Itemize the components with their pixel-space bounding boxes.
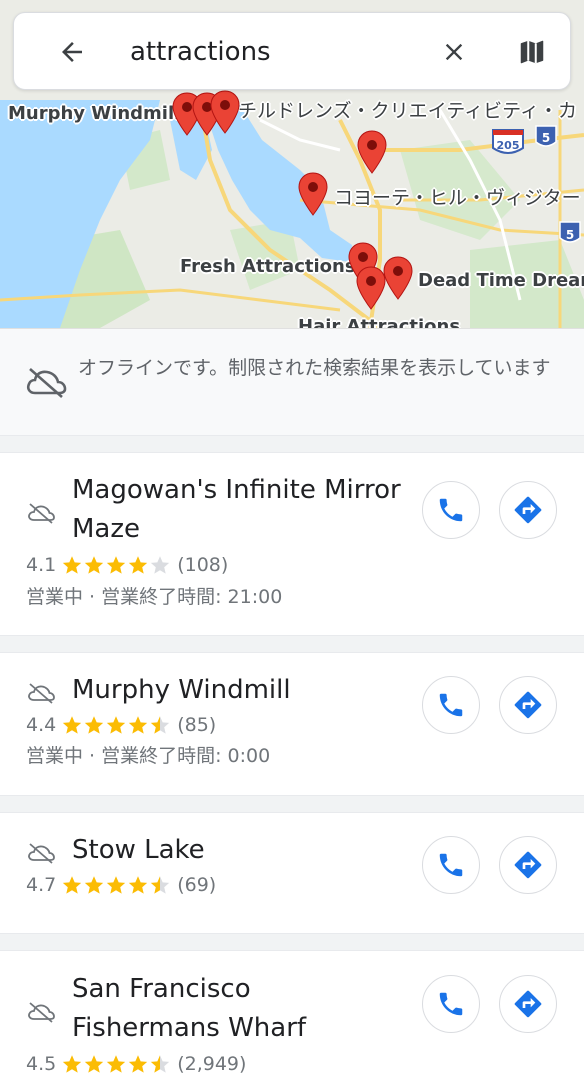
review-count: (85) (177, 714, 217, 736)
star-icon (85, 876, 104, 894)
directions-button[interactable] (499, 481, 557, 539)
rating-value: 4.4 (26, 714, 57, 736)
star-icon (85, 556, 104, 574)
offline-message: オフラインです。制限された検索結果を表示しています (78, 357, 551, 379)
result-title[interactable]: Murphy Windmill (72, 671, 402, 710)
search-bar: attractions (13, 12, 571, 90)
call-button[interactable] (422, 975, 480, 1033)
highway-205-label: 205 (497, 139, 520, 152)
result-title[interactable]: San Francisco Fishermans Wharf (72, 970, 402, 1048)
map-view-button[interactable] (512, 32, 552, 72)
star-icon (107, 876, 126, 894)
star-rating (61, 714, 171, 736)
map-label-murphy-windmill[interactable]: Murphy Windmill (8, 103, 180, 124)
map-pin-icon[interactable] (383, 256, 413, 300)
phone-icon (439, 693, 463, 717)
star-icon (151, 556, 170, 574)
map-pin-icon[interactable] (210, 90, 240, 134)
highway-205-shield: 205 (492, 129, 524, 154)
star-icon (129, 716, 148, 734)
map-pin-icon[interactable] (298, 172, 328, 216)
rating-row: 4.4 (85) (26, 712, 216, 738)
phone-icon (439, 853, 463, 877)
star-icon (129, 556, 148, 574)
cloud-off-icon (28, 843, 55, 864)
highway-5-shield-bottom: 5 (559, 221, 581, 243)
result-card[interactable]: Magowan's Infinite Mirror Maze 4.1 (108) 営業… (0, 452, 584, 636)
star-icon (63, 556, 82, 574)
star-icon (107, 716, 126, 734)
star-icon (63, 876, 82, 894)
offline-banner: オフラインです。制限された検索結果を表示しています (0, 328, 584, 436)
cloud-off-icon (26, 368, 67, 398)
result-card[interactable]: Murphy Windmill 4.4 (85) 営業中 · 営業終了時間: 0:00 (0, 652, 584, 796)
search-query[interactable]: attractions (130, 33, 271, 71)
call-button[interactable] (422, 481, 480, 539)
map-icon (520, 40, 544, 64)
map-label-coyote-hill[interactable]: コヨーテ・ヒル・ヴィジター (334, 183, 581, 210)
result-card[interactable]: San Francisco Fishermans Wharf 4.5 (2,949) (0, 950, 584, 1087)
rating-value: 4.1 (26, 554, 57, 576)
directions-button[interactable] (499, 975, 557, 1033)
map-label-dead-time-dream[interactable]: Dead Time Dream (418, 270, 584, 291)
map-label-fresh-attractions[interactable]: Fresh Attractions (180, 256, 356, 277)
review-count: (108) (177, 554, 229, 576)
star-icon (85, 716, 104, 734)
star-rating (61, 874, 171, 896)
maps-app: 205 5 5 Murphy Windmill チルドレンズ・クリエイティビティ… (0, 0, 584, 1087)
star-icon (107, 556, 126, 574)
star-icon (151, 876, 170, 894)
call-button[interactable] (422, 676, 480, 734)
star-icon (151, 1055, 170, 1073)
review-count: (2,949) (177, 1053, 247, 1075)
cloud-off-icon (28, 1002, 55, 1023)
map-pin-icon[interactable] (356, 266, 386, 310)
directions-icon (514, 691, 542, 719)
close-icon (445, 43, 463, 61)
star-rating (61, 1053, 171, 1075)
phone-icon (439, 498, 463, 522)
star-icon (151, 716, 170, 734)
star-icon (129, 876, 148, 894)
star-icon (63, 716, 82, 734)
directions-button[interactable] (499, 836, 557, 894)
rating-value: 4.5 (26, 1053, 57, 1075)
phone-icon (439, 992, 463, 1016)
rating-row: 4.7 (69) (26, 872, 216, 898)
directions-button[interactable] (499, 676, 557, 734)
map-label-childrens-creativity[interactable]: チルドレンズ・クリエイティビティ・カ (238, 96, 577, 123)
rating-value: 4.7 (26, 874, 57, 896)
star-rating (61, 554, 171, 576)
star-icon (129, 1055, 148, 1073)
highway-5-shield-top: 5 (535, 125, 557, 147)
arrow-back-icon (62, 42, 82, 62)
directions-icon (514, 496, 542, 524)
open-hours: 営業中 · 営業終了時間: 21:00 (26, 586, 283, 608)
star-icon (85, 1055, 104, 1073)
review-count: (69) (177, 874, 217, 896)
call-button[interactable] (422, 836, 480, 894)
cloud-off-icon (28, 683, 55, 704)
rating-row: 4.1 (108) (26, 552, 228, 578)
clear-search-button[interactable] (434, 32, 474, 72)
result-title[interactable]: Stow Lake (72, 831, 402, 870)
star-icon (107, 1055, 126, 1073)
directions-icon (514, 990, 542, 1018)
cloud-off-icon (28, 503, 55, 524)
open-hours: 営業中 · 営業終了時間: 0:00 (26, 745, 271, 767)
rating-row: 4.5 (2,949) (26, 1051, 246, 1077)
back-button[interactable] (52, 32, 92, 72)
result-card[interactable]: Stow Lake 4.7 (69) (0, 812, 584, 934)
directions-icon (514, 851, 542, 879)
result-title[interactable]: Magowan's Infinite Mirror Maze (72, 471, 402, 549)
map-label-hair-attractions[interactable]: Hair Attractions (298, 316, 460, 328)
highway-5-label-top: 5 (542, 131, 550, 145)
map-pin-icon[interactable] (357, 130, 387, 174)
star-icon (63, 1055, 82, 1073)
highway-5-label-bottom: 5 (566, 228, 574, 242)
